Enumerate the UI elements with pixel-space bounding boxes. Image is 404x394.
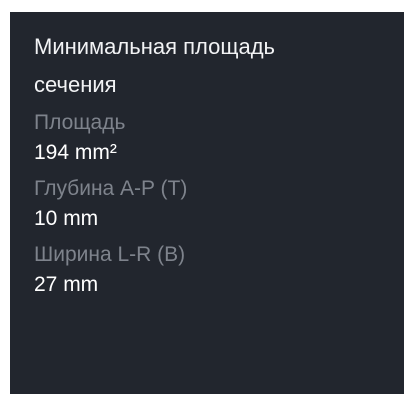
panel-title: Минимальная площадь сечения	[34, 28, 404, 104]
metric-depth-ap-label: Глубина A-P (T)	[34, 177, 188, 200]
panel-title-line-2: сечения	[34, 72, 117, 97]
metric-width-lr: Ширина L-R (B) 27 mm	[34, 240, 404, 300]
min-cross-section-panel: Минимальная площадь сечения Площадь 194 …	[10, 12, 404, 394]
panel-title-line-1: Минимальная площадь	[34, 34, 275, 59]
metric-area: Площадь 194 mm²	[34, 108, 404, 168]
metric-area-label: Площадь	[34, 111, 126, 134]
metric-depth-ap: Глубина A-P (T) 10 mm	[34, 174, 404, 234]
metric-area-value: 194 mm²	[34, 141, 117, 164]
metric-width-lr-value: 27 mm	[34, 273, 99, 296]
metric-width-lr-label: Ширина L-R (B)	[34, 243, 186, 266]
metric-depth-ap-value: 10 mm	[34, 207, 99, 230]
